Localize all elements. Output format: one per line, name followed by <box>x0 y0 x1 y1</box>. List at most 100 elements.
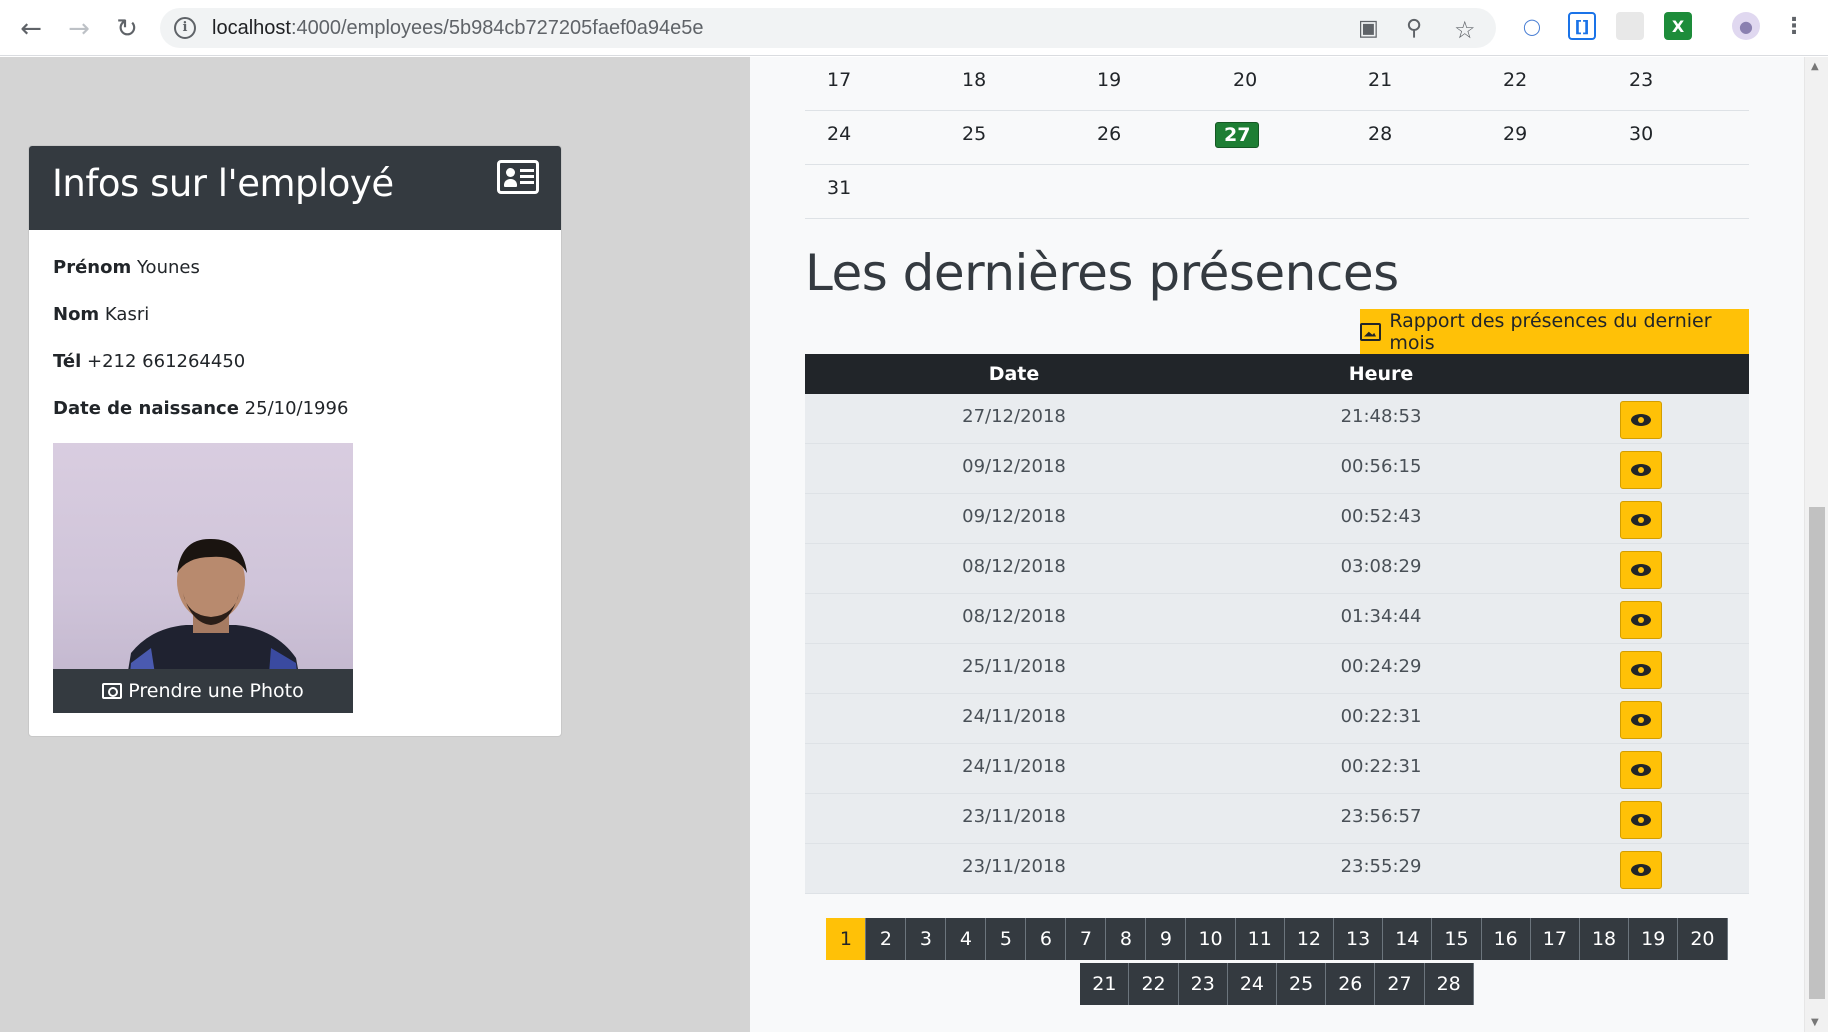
calendar-day[interactable]: 26 <box>1097 123 1121 145</box>
bookmark-star-icon[interactable]: ☆ <box>1454 16 1476 44</box>
row-date: 24/11/2018 <box>962 756 1066 777</box>
camera-icon <box>102 683 123 699</box>
calendar-day[interactable]: 29 <box>1503 123 1527 145</box>
calendar-day[interactable]: 23 <box>1629 69 1653 91</box>
url-path: :4000/employees/5b984cb727205faef0a94e5e <box>290 17 704 39</box>
row-date: 27/12/2018 <box>962 406 1066 427</box>
table-row: 23/11/2018 23:56:57 <box>805 794 1749 844</box>
take-photo-button[interactable]: Prendre une Photo <box>53 669 353 713</box>
page-scrollbar[interactable]: ▲ ▼ <box>1804 57 1828 1032</box>
calendar-day[interactable]: 25 <box>962 123 986 145</box>
card-title: Infos sur l'employé <box>52 162 394 205</box>
page-link[interactable]: 27 <box>1375 963 1425 1005</box>
row-time: 03:08:29 <box>1340 556 1422 577</box>
extension-ring-icon[interactable]: ◯ <box>1518 12 1546 40</box>
profile-avatar-icon[interactable]: ● <box>1732 12 1760 40</box>
page-link[interactable]: 23 <box>1178 963 1228 1005</box>
view-button[interactable] <box>1620 701 1662 739</box>
view-button[interactable] <box>1620 551 1662 589</box>
table-row: 27/12/2018 21:48:53 <box>805 394 1749 444</box>
view-button[interactable] <box>1620 401 1662 439</box>
page-link[interactable]: 9 <box>1146 918 1187 960</box>
table-body: 27/12/2018 21:48:53 09/12/2018 00:56:15 09/1… <box>805 394 1749 894</box>
page-link[interactable]: 5 <box>986 918 1027 960</box>
view-button[interactable] <box>1620 501 1662 539</box>
calendar-day[interactable]: 18 <box>962 69 986 91</box>
zoom-icon[interactable]: ⚲ <box>1406 16 1422 41</box>
page-link[interactable]: 4 <box>946 918 987 960</box>
view-button[interactable] <box>1620 751 1662 789</box>
calendar-day[interactable]: 31 <box>827 177 851 199</box>
page-link[interactable]: 24 <box>1227 963 1277 1005</box>
calendar-day[interactable]: 19 <box>1097 69 1121 91</box>
page-link[interactable]: 1 <box>826 918 867 960</box>
reload-icon[interactable]: ↻ <box>108 10 146 48</box>
page-link[interactable]: 7 <box>1066 918 1107 960</box>
employee-info-card: Infos sur l'employé Prénom Younes Nom Ka… <box>28 145 562 737</box>
view-button[interactable] <box>1620 451 1662 489</box>
page-link[interactable]: 13 <box>1334 918 1384 960</box>
view-button[interactable] <box>1620 801 1662 839</box>
view-button[interactable] <box>1620 651 1662 689</box>
page-link[interactable]: 25 <box>1277 963 1327 1005</box>
eye-icon <box>1631 814 1651 826</box>
calendar-day[interactable]: 21 <box>1368 69 1392 91</box>
calendar-day[interactable]: 28 <box>1368 123 1392 145</box>
extension-bracket-icon[interactable]: [] <box>1568 12 1596 40</box>
scrollbar-thumb[interactable] <box>1809 507 1825 999</box>
calendar-day-today[interactable]: 27 <box>1215 122 1260 148</box>
calendar-day[interactable]: 17 <box>827 69 851 91</box>
employee-photo: Prendre une Photo <box>53 443 353 713</box>
row-date: 23/11/2018 <box>962 856 1066 877</box>
calendar-day[interactable]: 30 <box>1629 123 1653 145</box>
menu-dots-icon[interactable]: ⋮ <box>1780 12 1808 40</box>
back-arrow-icon[interactable]: ← <box>12 10 50 48</box>
page-link[interactable]: 18 <box>1579 918 1630 960</box>
view-button[interactable] <box>1620 851 1662 889</box>
page-link[interactable]: 12 <box>1284 918 1335 960</box>
pagination-row: 21 22 23 24 25 26 27 28 <box>805 963 1749 1007</box>
site-info-icon[interactable]: i <box>174 17 196 39</box>
page-link[interactable]: 6 <box>1026 918 1067 960</box>
page-link[interactable]: 15 <box>1432 918 1482 960</box>
row-date: 23/11/2018 <box>962 806 1066 827</box>
page-link[interactable]: 2 <box>866 918 907 960</box>
page-link[interactable]: 21 <box>1080 963 1130 1005</box>
page-link[interactable]: 11 <box>1235 918 1285 960</box>
calendar-day[interactable]: 20 <box>1233 69 1257 91</box>
page-link[interactable]: 28 <box>1424 963 1474 1005</box>
page-link[interactable]: 8 <box>1106 918 1147 960</box>
scroll-up-arrow-icon[interactable]: ▲ <box>1811 61 1819 72</box>
row-time: 00:56:15 <box>1340 456 1422 477</box>
extension-grid-icon[interactable] <box>1616 12 1644 40</box>
take-photo-label: Prendre une Photo <box>128 680 304 702</box>
row-time: 00:52:43 <box>1340 506 1422 527</box>
calendar-day[interactable]: 24 <box>827 123 851 145</box>
page-link[interactable]: 3 <box>906 918 947 960</box>
forward-arrow-icon[interactable]: → <box>60 10 98 48</box>
camera-blocked-icon[interactable]: ▣ <box>1358 16 1379 41</box>
table-row: 08/12/2018 03:08:29 <box>805 544 1749 594</box>
page-link[interactable]: 16 <box>1481 918 1531 960</box>
scroll-down-arrow-icon[interactable]: ▼ <box>1811 1017 1819 1028</box>
page-link[interactable]: 14 <box>1383 918 1433 960</box>
page-link[interactable]: 17 <box>1530 918 1580 960</box>
table-header: Date Heure <box>805 354 1749 394</box>
table-row: 09/12/2018 00:56:15 <box>805 444 1749 494</box>
card-header: Infos sur l'employé <box>29 146 561 230</box>
row-time: 23:56:57 <box>1340 806 1422 827</box>
browser-toolbar: ← → ↻ i localhost:4000/employees/5b984cb… <box>0 0 1828 56</box>
extension-sheet-icon[interactable]: X <box>1664 12 1692 40</box>
page-link[interactable]: 26 <box>1326 963 1376 1005</box>
presences-title: Les dernières présences <box>805 244 1399 302</box>
page-link[interactable]: 20 <box>1678 918 1728 960</box>
page-link[interactable]: 22 <box>1129 963 1179 1005</box>
page-link[interactable]: 19 <box>1629 918 1679 960</box>
address-bar[interactable]: i localhost:4000/employees/5b984cb727205… <box>160 8 1496 48</box>
calendar-week: 24 25 26 27 28 29 30 <box>805 111 1749 165</box>
monthly-report-button[interactable]: Rapport des présences du dernier mois <box>1360 309 1749 354</box>
calendar-day[interactable]: 22 <box>1503 69 1527 91</box>
url-text[interactable]: localhost:4000/employees/5b984cb727205fa… <box>212 17 704 40</box>
view-button[interactable] <box>1620 601 1662 639</box>
page-link[interactable]: 10 <box>1186 918 1236 960</box>
